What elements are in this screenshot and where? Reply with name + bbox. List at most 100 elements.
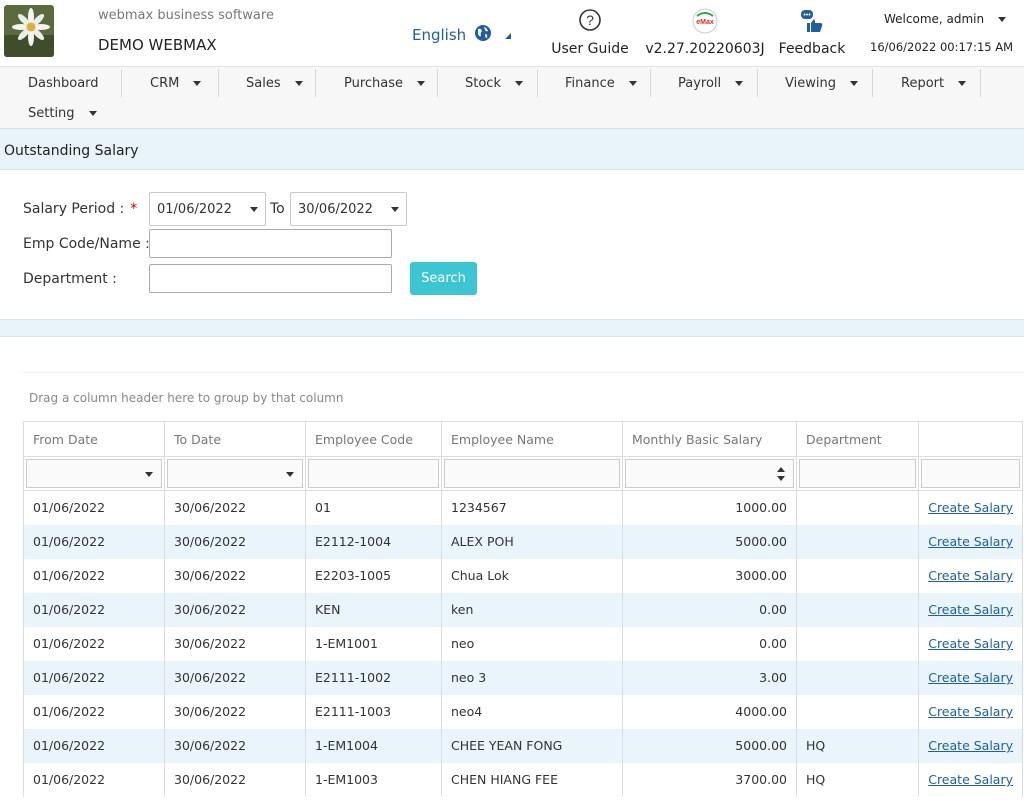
filter-cell bbox=[305, 456, 442, 491]
salary-cell: 4000.00 bbox=[622, 694, 797, 729]
create-salary-link[interactable]: Create Salary bbox=[928, 772, 1013, 787]
chevron-down-icon bbox=[294, 80, 303, 86]
department-cell: HQ bbox=[796, 762, 919, 797]
menu-dashboard[interactable]: Dashboard bbox=[28, 68, 99, 98]
department-filter[interactable] bbox=[799, 459, 916, 488]
menu-viewing[interactable]: Viewing bbox=[785, 68, 858, 98]
search-button[interactable]: Search bbox=[410, 262, 477, 295]
feedback-button[interactable]: Feedback bbox=[776, 0, 848, 66]
employee-name-cell: CHEN HIANG FEE bbox=[441, 762, 623, 797]
menu-label: Report bbox=[901, 75, 945, 91]
create-salary-link[interactable]: Create Salary bbox=[928, 636, 1013, 651]
from-date-value: 01/06/2022 bbox=[157, 201, 232, 217]
group-by-hint[interactable]: Drag a column header here to group by th… bbox=[23, 372, 1024, 420]
chevron-down-icon bbox=[958, 80, 967, 86]
language-caret-icon[interactable] bbox=[505, 26, 513, 45]
create-salary-link[interactable]: Create Salary bbox=[928, 568, 1013, 583]
emax-logo-icon: eMax bbox=[691, 8, 719, 38]
filter-cell bbox=[796, 456, 919, 491]
to-label: To bbox=[270, 201, 285, 217]
column-header-to-date[interactable]: To Date bbox=[164, 421, 306, 457]
language-selector[interactable]: English bbox=[412, 24, 492, 46]
user-guide-button[interactable]: ? User Guide bbox=[548, 0, 632, 66]
create-salary-link[interactable]: Create Salary bbox=[928, 500, 1013, 515]
action-cell: Create Salary bbox=[918, 626, 1023, 661]
table-row: 01/06/2022 30/06/2022 E2112-1004 ALEX POH 50… bbox=[23, 524, 1023, 559]
chevron-down-icon bbox=[286, 472, 294, 477]
globe-icon bbox=[474, 24, 492, 46]
salary-period-label: Salary Period : * bbox=[23, 201, 137, 217]
menu-label: CRM bbox=[150, 75, 180, 91]
spinner-icon[interactable] bbox=[777, 465, 785, 483]
menu-report[interactable]: Report bbox=[901, 68, 967, 98]
employee-code-cell: E2112-1004 bbox=[305, 524, 442, 559]
employee-code-cell: 1-EM1001 bbox=[305, 626, 442, 661]
table-row: 01/06/2022 30/06/2022 1-EM1004 CHEE YEAN FO… bbox=[23, 728, 1023, 763]
chevron-down-icon bbox=[417, 80, 426, 86]
employee-code-filter[interactable] bbox=[308, 459, 439, 488]
filter-cell bbox=[23, 456, 165, 491]
create-salary-link[interactable]: Create Salary bbox=[928, 670, 1013, 685]
employee-name-cell: ALEX POH bbox=[441, 524, 623, 559]
column-header-employee-name[interactable]: Employee Name bbox=[441, 421, 623, 457]
employee-code-cell: KEN bbox=[305, 592, 442, 627]
emax-icon-text: eMax bbox=[696, 19, 714, 26]
action-cell: Create Salary bbox=[918, 762, 1023, 797]
create-salary-link[interactable]: Create Salary bbox=[928, 738, 1013, 753]
menu-divider bbox=[437, 69, 438, 97]
menu-divider bbox=[218, 69, 219, 97]
column-header-employee-code[interactable]: Employee Code bbox=[305, 421, 442, 457]
company-logo[interactable] bbox=[4, 5, 54, 57]
filter-cell bbox=[164, 456, 306, 491]
department-cell bbox=[796, 626, 919, 661]
department-input[interactable] bbox=[149, 264, 392, 293]
salary-filter[interactable] bbox=[625, 459, 794, 488]
emp-code-input[interactable] bbox=[149, 229, 392, 258]
menu-crm[interactable]: CRM bbox=[150, 68, 202, 98]
menu-label: Stock bbox=[465, 75, 501, 91]
column-header-monthly-basic-salary[interactable]: Monthly Basic Salary bbox=[622, 421, 797, 457]
salary-cell: 5000.00 bbox=[622, 524, 797, 559]
column-header-department[interactable]: Department bbox=[796, 421, 919, 457]
employee-name-cell: ken bbox=[441, 592, 623, 627]
outstanding-salary-grid: From Date To Date Employee Code Employee… bbox=[23, 421, 1023, 797]
filter-cell bbox=[918, 456, 1023, 491]
grid-body: 01/06/2022 30/06/2022 01 1234567 1000.00 Crea… bbox=[23, 490, 1023, 797]
filter-cell bbox=[622, 456, 797, 491]
from-date-cell: 01/06/2022 bbox=[23, 728, 165, 763]
company-name: DEMO WEBMAX bbox=[98, 36, 217, 54]
action-cell: Create Salary bbox=[918, 490, 1023, 525]
column-header-from-date[interactable]: From Date bbox=[23, 421, 165, 457]
from-date-filter[interactable] bbox=[26, 459, 162, 488]
required-mark: * bbox=[130, 201, 138, 217]
menu-setting[interactable]: Setting bbox=[28, 98, 97, 128]
menu-sales[interactable]: Sales bbox=[246, 68, 303, 98]
action-filter bbox=[921, 459, 1020, 488]
employee-code-cell: E2111-1002 bbox=[305, 660, 442, 695]
version-label: v2.27.20220603J bbox=[645, 41, 765, 57]
menu-stock[interactable]: Stock bbox=[465, 68, 523, 98]
from-date-select[interactable]: 01/06/2022 bbox=[149, 192, 266, 226]
user-guide-label: User Guide bbox=[551, 41, 629, 57]
filter-row bbox=[23, 456, 1023, 491]
department-cell bbox=[796, 592, 919, 627]
table-row: 01/06/2022 30/06/2022 E2111-1003 neo4 4000.0… bbox=[23, 694, 1023, 729]
main-menu: Dashboard CRM Sales Purchase Stock Finan… bbox=[0, 66, 1024, 129]
menu-label: Viewing bbox=[785, 75, 836, 91]
employee-name-filter[interactable] bbox=[444, 459, 620, 488]
create-salary-link[interactable]: Create Salary bbox=[928, 534, 1013, 549]
salary-period-text: Salary Period : bbox=[23, 201, 125, 217]
to-date-cell: 30/06/2022 bbox=[164, 558, 306, 593]
menu-payroll[interactable]: Payroll bbox=[678, 68, 744, 98]
menu-finance[interactable]: Finance bbox=[565, 68, 637, 98]
to-date-select[interactable]: 30/06/2022 bbox=[290, 192, 407, 226]
menu-purchase[interactable]: Purchase bbox=[344, 68, 426, 98]
user-menu[interactable]: Welcome, admin bbox=[884, 12, 1007, 26]
to-date-cell: 30/06/2022 bbox=[164, 490, 306, 525]
create-salary-link[interactable]: Create Salary bbox=[928, 602, 1013, 617]
create-salary-link[interactable]: Create Salary bbox=[928, 704, 1013, 719]
table-row: 01/06/2022 30/06/2022 1-EM1001 neo 0.00 Creat… bbox=[23, 626, 1023, 661]
to-date-cell: 30/06/2022 bbox=[164, 762, 306, 797]
to-date-filter[interactable] bbox=[167, 459, 303, 488]
chevron-down-icon bbox=[735, 80, 744, 86]
